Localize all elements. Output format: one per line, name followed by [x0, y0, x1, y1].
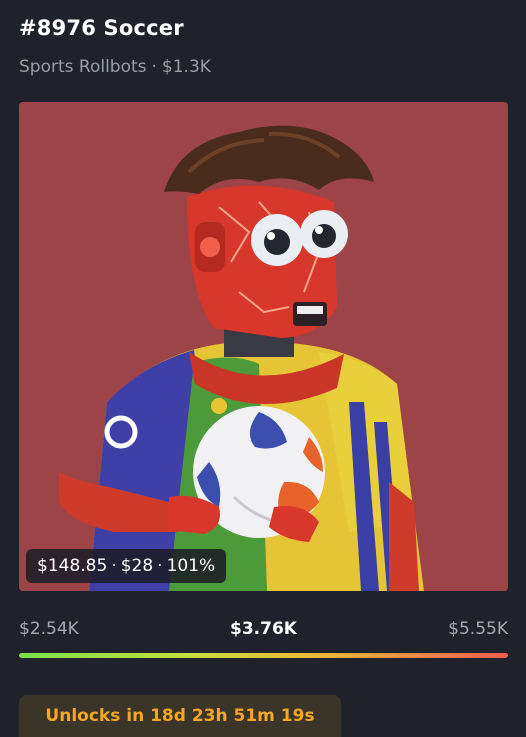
range-high-value: $5.55K [448, 619, 508, 639]
price-range-row: $2.54K $3.76K $5.55K [19, 619, 508, 643]
floor-price: $1.3K [161, 57, 211, 77]
range-mid-value: $3.76K [230, 619, 297, 639]
nft-artwork[interactable] [19, 102, 508, 591]
robot-soccer-player-image [19, 102, 508, 591]
collection-subtitle: Sports Rollbots · $1.3K [19, 57, 211, 77]
page-title: #8976 Soccer [19, 16, 184, 40]
price-change-badge: $148.85 · $28 · 101% [26, 549, 227, 583]
badge-separator: · [111, 556, 117, 576]
subtitle-separator: · [151, 57, 157, 77]
price-range-bar [19, 653, 508, 658]
current-price: $148.85 [37, 556, 108, 576]
price-change: $28 [120, 556, 154, 576]
price-range-bar-fill [19, 653, 508, 658]
badge-separator-2: · [157, 556, 163, 576]
price-change-percent: 101% [166, 556, 216, 576]
unlock-countdown-button[interactable]: Unlocks in 18d 23h 51m 19s [19, 695, 341, 737]
collection-name[interactable]: Sports Rollbots [19, 57, 147, 77]
